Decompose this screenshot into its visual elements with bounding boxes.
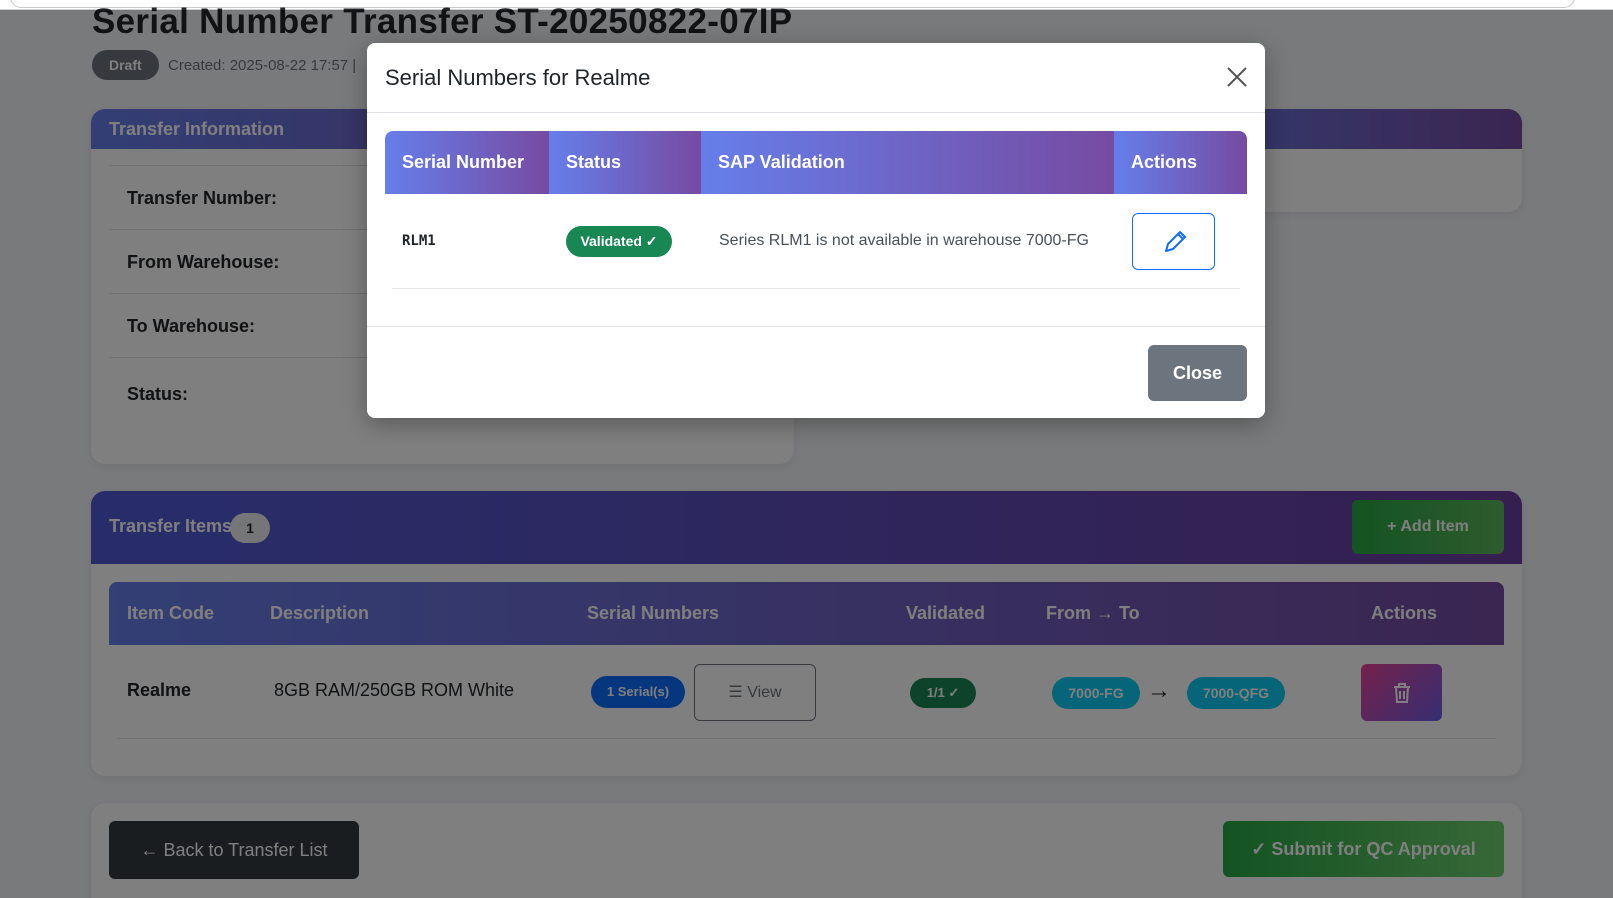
serial-number: RLM1 bbox=[402, 233, 436, 249]
modal-footer: Close bbox=[367, 327, 1265, 417]
close-icon[interactable] bbox=[1225, 65, 1249, 89]
serial-numbers-modal: Serial Numbers for Realme Serial Number … bbox=[367, 43, 1265, 418]
column-header: Actions bbox=[1114, 131, 1247, 194]
modal-title: Serial Numbers for Realme bbox=[385, 65, 651, 90]
sap-validation-message: Series RLM1 is not available in warehous… bbox=[719, 232, 1089, 249]
column-header: Status bbox=[549, 131, 701, 194]
column-header: Serial Number bbox=[385, 131, 549, 194]
column-header: SAP Validation bbox=[701, 131, 1114, 194]
modal-body: Serial Number Status SAP Validation Acti… bbox=[367, 113, 1265, 327]
pencil-icon bbox=[1165, 231, 1186, 252]
close-button[interactable]: Close bbox=[1148, 345, 1247, 401]
modal-header: Serial Numbers for Realme bbox=[367, 43, 1265, 113]
table-row: RLM1 Validated ✓ Series RLM1 is not avai… bbox=[392, 194, 1240, 289]
modal-table-header: Serial Number Status SAP Validation Acti… bbox=[385, 131, 1247, 194]
edit-serial-button[interactable] bbox=[1132, 213, 1215, 270]
validation-status-badge: Validated ✓ bbox=[566, 226, 672, 257]
